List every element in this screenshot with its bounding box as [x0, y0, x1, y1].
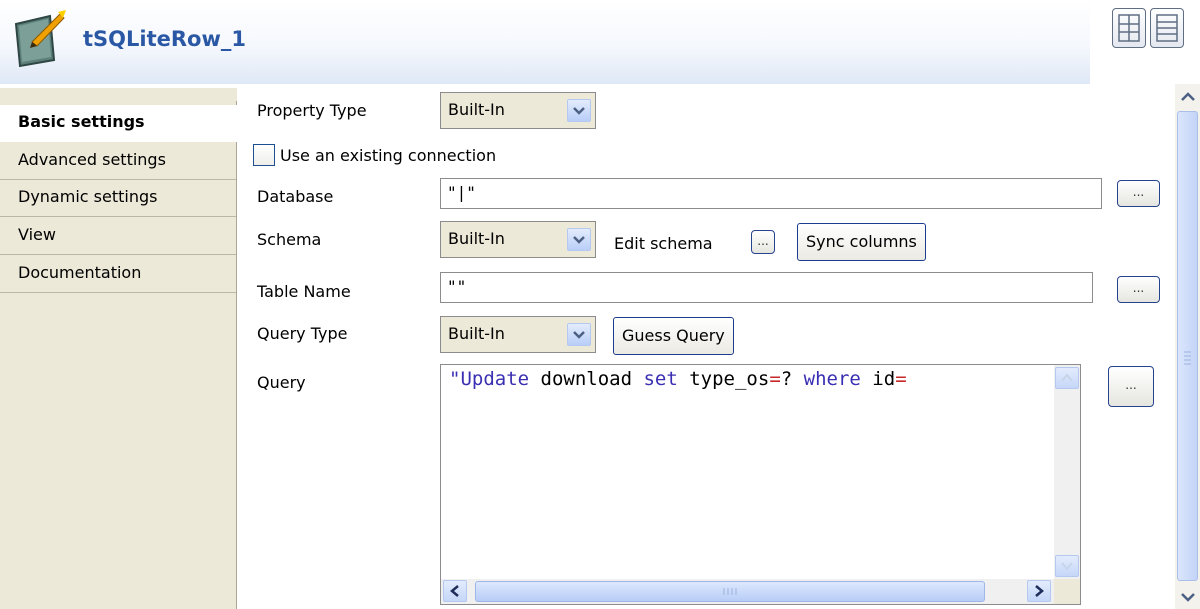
database-browse-button[interactable]: ...: [1117, 180, 1160, 207]
horizontal-scroll-thumb[interactable]: [475, 581, 985, 602]
query-type-value: Built-In: [448, 324, 505, 343]
scroll-right-icon[interactable]: [1027, 580, 1051, 602]
query-token: download: [529, 368, 644, 390]
sidebar-item-advanced-settings[interactable]: Advanced settings: [0, 143, 236, 180]
query-token: "Update: [449, 368, 530, 390]
query-vertical-scrollbar[interactable]: [1054, 365, 1080, 579]
sidebar-item-basic-settings[interactable]: Basic settings: [0, 105, 238, 142]
query-text[interactable]: "Update download set type_os=? where id=: [449, 368, 907, 390]
query-token: set: [643, 368, 678, 390]
sidebar-item-dynamic-settings[interactable]: Dynamic settings: [0, 180, 236, 217]
query-label: Query: [257, 373, 306, 392]
query-token: id: [860, 368, 896, 390]
schema-label: Schema: [257, 230, 322, 249]
query-token: where: [803, 368, 861, 390]
use-existing-connection-checkbox[interactable]: [253, 144, 275, 166]
schema-value: Built-In: [448, 229, 505, 248]
property-type-select[interactable]: Built-In: [440, 92, 596, 129]
scroll-left-icon[interactable]: [443, 580, 467, 602]
edit-schema-label: Edit schema: [614, 234, 713, 253]
query-editor[interactable]: "Update download set type_os=? where id=: [440, 364, 1081, 605]
guess-query-button[interactable]: Guess Query: [613, 317, 734, 355]
query-type-label: Query Type: [257, 324, 348, 343]
use-existing-connection-label: Use an existing connection: [280, 146, 497, 165]
query-token: type_os: [677, 368, 770, 390]
scrollbar-corner: [1054, 579, 1080, 604]
sidebar-item-view[interactable]: View: [0, 218, 236, 255]
panel-scroll-up-icon[interactable]: [1179, 90, 1197, 104]
settings-sidebar: Basic settings Advanced settings Dynamic…: [0, 88, 238, 609]
scroll-down-icon[interactable]: [1055, 555, 1079, 577]
panel-vertical-scrollbar[interactable]: [1175, 84, 1200, 609]
sync-columns-button[interactable]: Sync columns: [797, 223, 926, 261]
sidebar-top-spacer: [0, 88, 237, 101]
table-name-browse-button[interactable]: ...: [1117, 276, 1160, 303]
component-header: tSQLiteRow_1: [0, 0, 1090, 84]
scroll-up-icon[interactable]: [1055, 367, 1079, 389]
table-name-label: Table Name: [257, 282, 351, 301]
chevron-down-icon: [567, 323, 591, 346]
tsqliterow-component-icon: [10, 10, 70, 70]
list-layout-icon: [1156, 14, 1178, 42]
component-title: tSQLiteRow_1: [83, 27, 246, 51]
chevron-down-icon: [567, 99, 591, 122]
query-token: ?: [780, 368, 804, 390]
query-token: =: [895, 368, 907, 390]
chevron-down-icon: [567, 228, 591, 251]
sidebar-item-documentation[interactable]: Documentation: [0, 256, 236, 293]
database-input[interactable]: "|": [440, 178, 1102, 209]
schema-select[interactable]: Built-In: [440, 221, 596, 258]
property-type-value: Built-In: [448, 100, 505, 119]
panel-scroll-down-icon[interactable]: [1179, 590, 1197, 604]
panel-scroll-thumb[interactable]: [1177, 111, 1198, 581]
query-editor-button[interactable]: ...: [1108, 366, 1154, 407]
query-token: =: [769, 368, 781, 390]
query-horizontal-scrollbar[interactable]: [441, 579, 1054, 604]
table-name-input[interactable]: "": [440, 272, 1093, 303]
table-layout-icon: [1118, 14, 1140, 42]
property-type-label: Property Type: [257, 101, 367, 120]
edit-schema-button[interactable]: ...: [751, 230, 775, 254]
database-label: Database: [257, 187, 334, 206]
table-layout-button[interactable]: [1112, 8, 1146, 48]
list-layout-button[interactable]: [1150, 8, 1184, 48]
query-type-select[interactable]: Built-In: [440, 316, 596, 353]
